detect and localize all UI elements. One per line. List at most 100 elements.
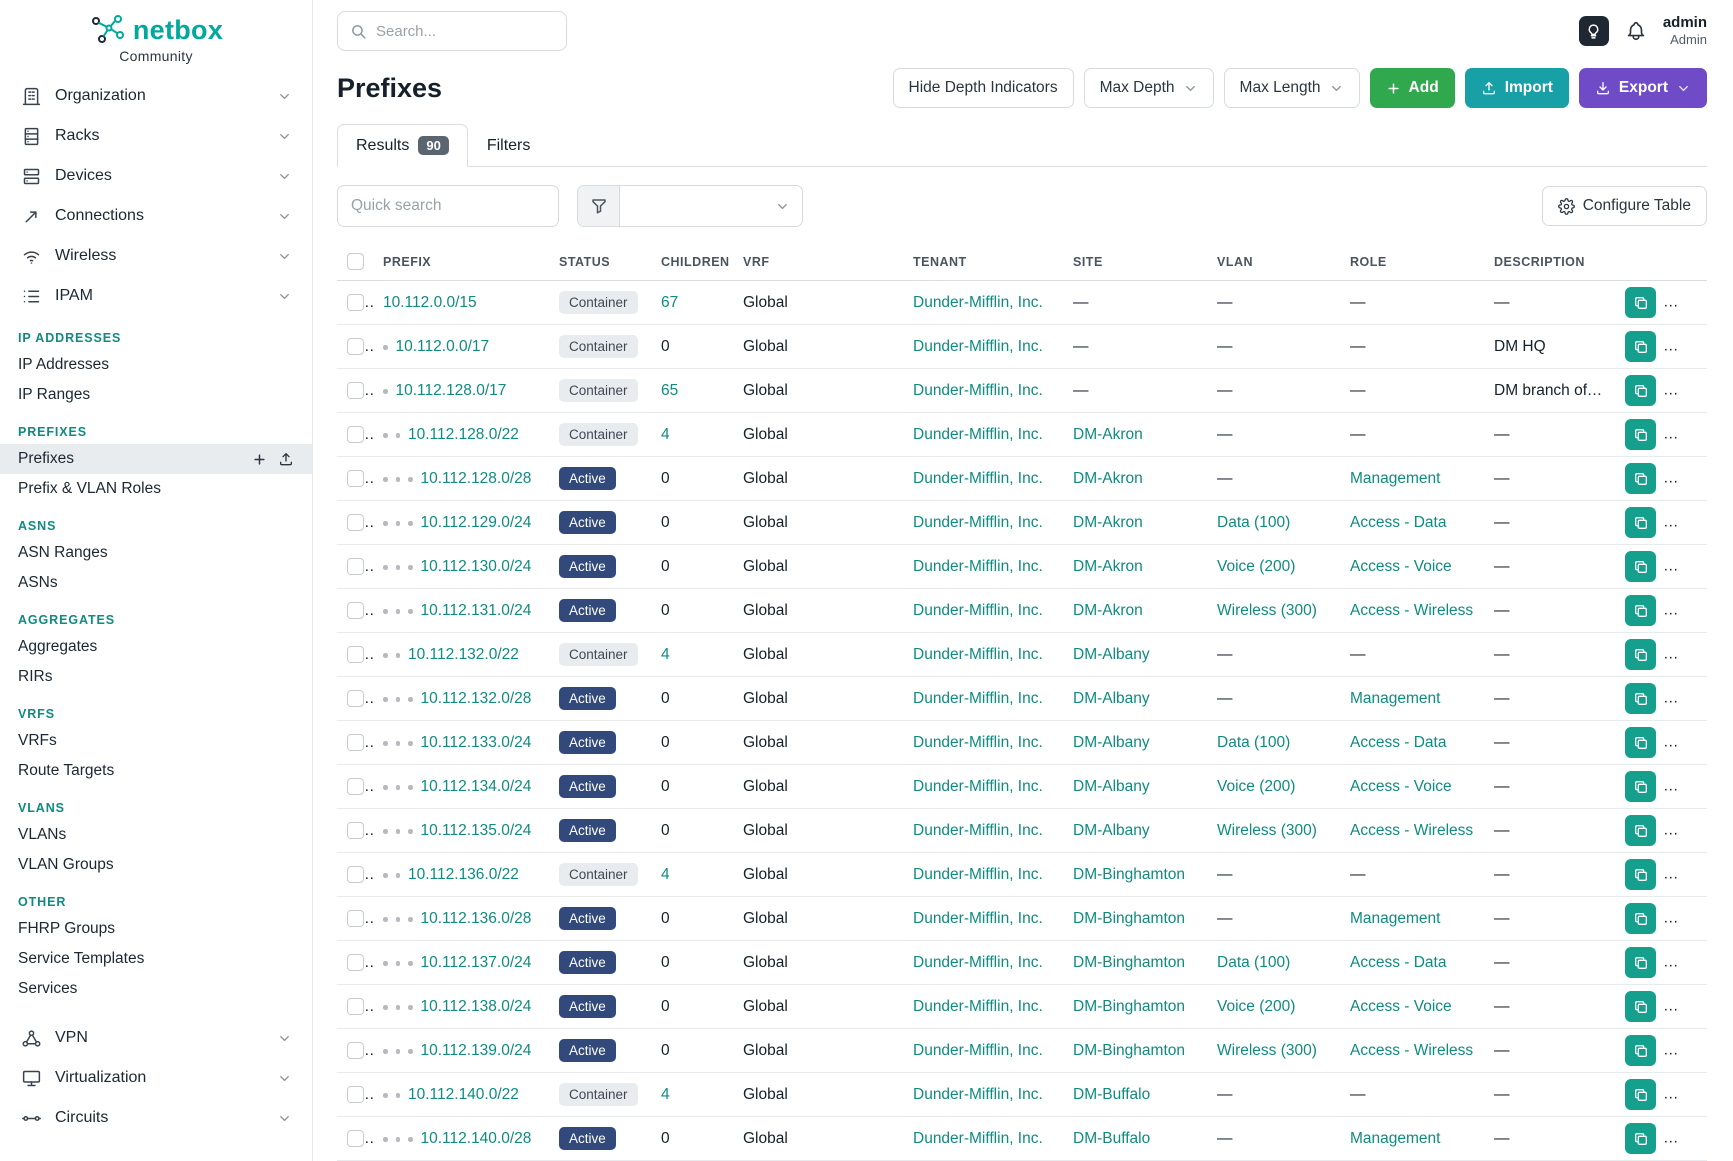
prefix-link[interactable]: 10.112.136.0/28 [421,910,532,928]
tenant-link[interactable]: Dunder-Mifflin, Inc. [913,998,1043,1015]
copy-button[interactable] [1625,419,1656,450]
prefix-link[interactable]: 10.112.131.0/24 [421,602,532,620]
prefix-link[interactable]: 10.112.134.0/24 [421,778,532,796]
edit-dropdown-button[interactable] [1694,551,1707,582]
row-checkbox[interactable] [347,602,364,619]
vlan-link[interactable]: Data (100) [1217,954,1290,971]
site-link[interactable]: DM-Binghamton [1073,1042,1185,1059]
hide-depth-indicators-button[interactable]: Hide Depth Indicators [893,68,1074,108]
tab-filters[interactable]: Filters [468,125,550,167]
theme-toggle-button[interactable] [1579,16,1609,46]
notifications-button[interactable] [1625,20,1647,42]
prefix-link[interactable]: 10.112.140.0/22 [408,1086,519,1104]
copy-button[interactable] [1625,859,1656,890]
role-link[interactable]: Access - Voice [1350,558,1452,575]
copy-button[interactable] [1625,639,1656,670]
edit-dropdown-button[interactable] [1694,1079,1707,1110]
tenant-link[interactable]: Dunder-Mifflin, Inc. [913,910,1043,927]
edit-dropdown-button[interactable] [1694,419,1707,450]
prefix-link[interactable]: 10.112.128.0/17 [396,382,507,400]
tenant-link[interactable]: Dunder-Mifflin, Inc. [913,470,1043,487]
sidebar-item-connections[interactable]: Connections [0,196,312,236]
prefix-link[interactable]: 10.112.133.0/24 [421,734,532,752]
copy-button[interactable] [1625,771,1656,802]
copy-button[interactable] [1625,463,1656,494]
children-link[interactable]: 4 [661,646,670,663]
children-link[interactable]: 4 [661,426,670,443]
children-link[interactable]: 65 [661,382,678,399]
tenant-link[interactable]: Dunder-Mifflin, Inc. [913,822,1043,839]
site-link[interactable]: DM-Akron [1073,470,1143,487]
edit-dropdown-button[interactable] [1694,859,1707,890]
edit-dropdown-button[interactable] [1694,507,1707,538]
site-link[interactable]: DM-Akron [1073,426,1143,443]
role-link[interactable]: Access - Wireless [1350,602,1473,619]
prefix-link[interactable]: 10.112.137.0/24 [421,954,532,972]
global-search-input[interactable] [376,23,575,40]
copy-button[interactable] [1625,507,1656,538]
sidebar-item-virtualization[interactable]: Virtualization [0,1058,312,1098]
prefix-link[interactable]: 10.112.136.0/22 [408,866,519,884]
row-checkbox[interactable] [347,778,364,795]
vlan-link[interactable]: Wireless (300) [1217,602,1317,619]
row-checkbox[interactable] [347,1130,364,1147]
children-link[interactable]: 67 [661,294,678,311]
site-link[interactable]: DM-Buffalo [1073,1130,1150,1147]
copy-button[interactable] [1625,947,1656,978]
edit-dropdown-button[interactable] [1694,991,1707,1022]
vlan-link[interactable]: Wireless (300) [1217,1042,1317,1059]
edit-dropdown-button[interactable] [1694,375,1707,406]
sidebar-item-organization[interactable]: Organization [0,76,312,116]
sidebar-item-devices[interactable]: Devices [0,156,312,196]
role-link[interactable]: Access - Voice [1350,778,1452,795]
edit-dropdown-button[interactable] [1694,639,1707,670]
sidebar-item-aggregates[interactable]: Aggregates [0,632,312,662]
prefix-link[interactable]: 10.112.139.0/24 [421,1042,532,1060]
row-checkbox[interactable] [347,646,364,663]
vlan-link[interactable]: Voice (200) [1217,778,1295,795]
tenant-link[interactable]: Dunder-Mifflin, Inc. [913,646,1043,663]
tenant-link[interactable]: Dunder-Mifflin, Inc. [913,690,1043,707]
row-checkbox[interactable] [347,1042,364,1059]
sidebar-item-circuits[interactable]: Circuits [0,1098,312,1138]
copy-button[interactable] [1625,903,1656,934]
sidebar-item-vrfs[interactable]: VRFs [0,726,312,756]
role-link[interactable]: Management [1350,1130,1440,1147]
row-checkbox[interactable] [347,470,364,487]
vlan-link[interactable]: Wireless (300) [1217,822,1317,839]
row-checkbox[interactable] [347,866,364,883]
prefix-link[interactable]: 10.112.138.0/24 [421,998,532,1016]
row-checkbox[interactable] [347,382,364,399]
quick-search-input[interactable] [337,185,559,227]
copy-button[interactable] [1625,287,1656,318]
row-checkbox[interactable] [347,910,364,927]
role-link[interactable]: Access - Data [1350,734,1446,751]
configure-table-button[interactable]: Configure Table [1542,186,1707,226]
add-prefix-button[interactable] [251,451,267,467]
sidebar-item-ipam[interactable]: IPAM [0,276,312,316]
row-checkbox[interactable] [347,426,364,443]
site-link[interactable]: DM-Binghamton [1073,954,1185,971]
import-button[interactable]: Import [1465,68,1569,108]
sidebar-item-rirs[interactable]: RIRs [0,662,312,692]
tenant-link[interactable]: Dunder-Mifflin, Inc. [913,1130,1043,1147]
edit-dropdown-button[interactable] [1694,683,1707,714]
site-link[interactable]: DM-Albany [1073,734,1150,751]
copy-button[interactable] [1625,991,1656,1022]
copy-button[interactable] [1625,1079,1656,1110]
sidebar-item-service-templates[interactable]: Service Templates [0,944,312,974]
site-link[interactable]: DM-Albany [1073,822,1150,839]
role-link[interactable]: Access - Data [1350,514,1446,531]
user-menu[interactable]: admin Admin [1663,14,1707,48]
edit-dropdown-button[interactable] [1694,903,1707,934]
copy-button[interactable] [1625,595,1656,626]
role-link[interactable]: Access - Data [1350,954,1446,971]
role-link[interactable]: Access - Wireless [1350,822,1473,839]
role-link[interactable]: Management [1350,470,1440,487]
sidebar-item-vlans[interactable]: VLANs [0,820,312,850]
edit-dropdown-button[interactable] [1694,727,1707,758]
sidebar-item-wireless[interactable]: Wireless [0,236,312,276]
filter-icon[interactable] [578,186,620,226]
sidebar-item-services[interactable]: Services [0,974,312,1004]
site-link[interactable]: DM-Akron [1073,602,1143,619]
